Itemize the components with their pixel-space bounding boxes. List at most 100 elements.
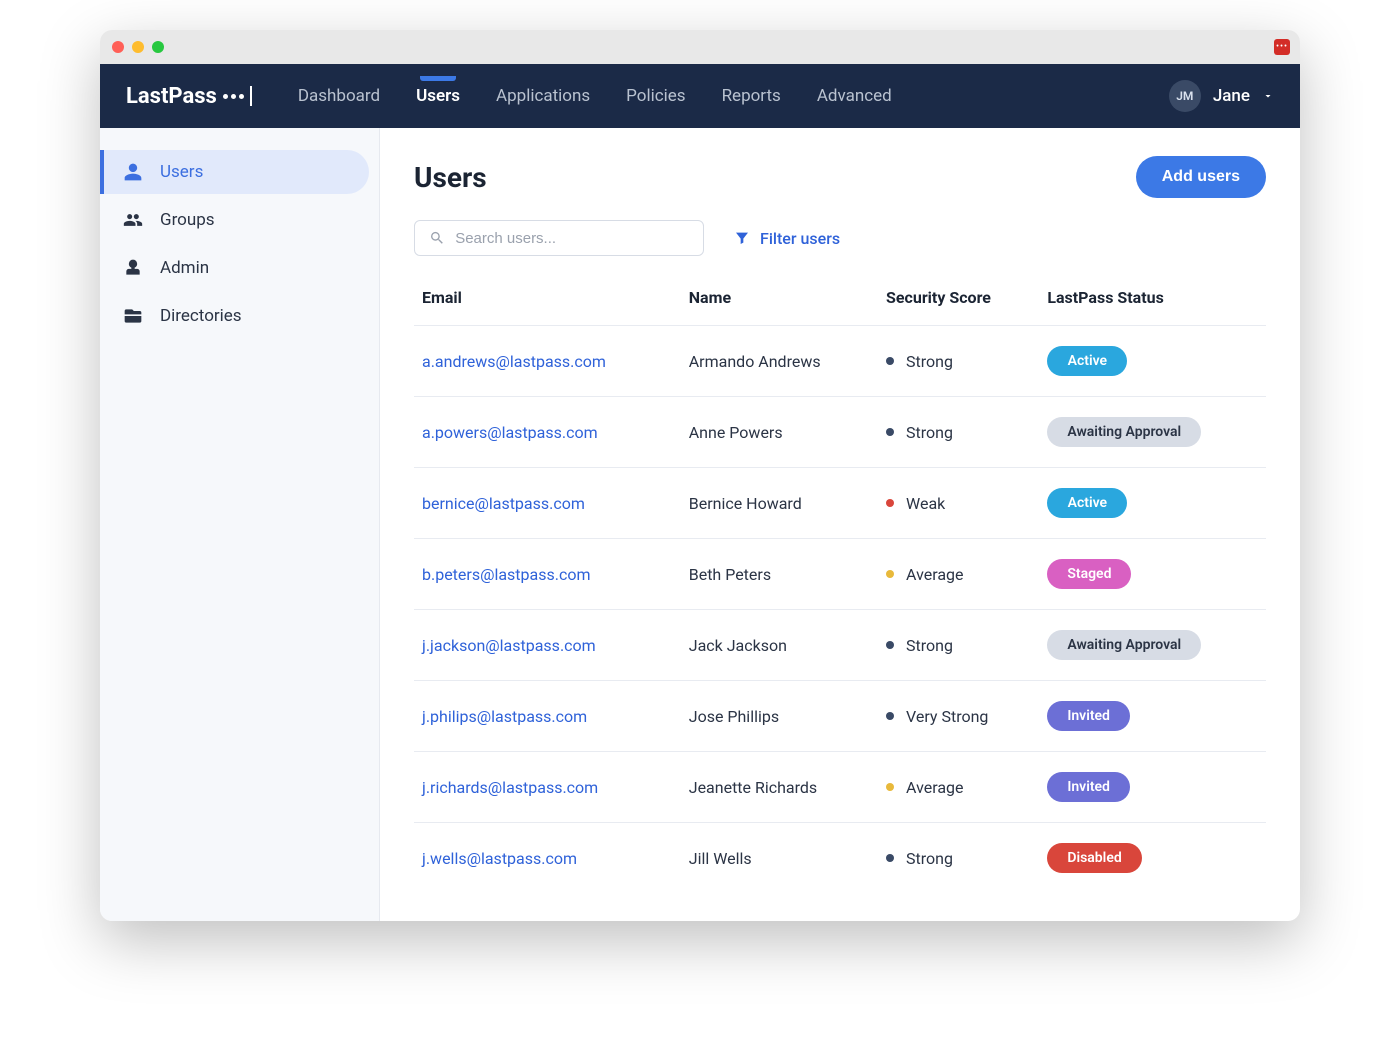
admin-icon <box>122 258 144 278</box>
cell-name: Armando Andrews <box>681 326 878 397</box>
status-badge: Active <box>1047 346 1127 376</box>
cell-name: Beth Peters <box>681 539 878 610</box>
cell-status: Active <box>1039 468 1266 539</box>
filter-users-link[interactable]: Filter users <box>734 229 840 248</box>
email-link[interactable]: j.wells@lastpass.com <box>422 849 577 868</box>
email-link[interactable]: j.philips@lastpass.com <box>422 707 587 726</box>
score-label: Weak <box>906 494 945 513</box>
score-label: Strong <box>906 849 953 868</box>
cell-status: Awaiting Approval <box>1039 610 1266 681</box>
user-menu[interactable]: JM Jane <box>1169 80 1274 112</box>
nav-item-dashboard[interactable]: Dashboard <box>298 86 380 106</box>
brand-logo[interactable]: LastPass <box>126 84 252 109</box>
score-dot-icon <box>886 712 894 720</box>
email-link[interactable]: j.richards@lastpass.com <box>422 778 598 797</box>
cell-email: b.peters@lastpass.com <box>414 539 681 610</box>
search-input[interactable] <box>455 230 689 247</box>
table-row[interactable]: b.peters@lastpass.com Beth Peters Average S… <box>414 539 1266 610</box>
page-title: Users <box>414 161 487 194</box>
search-box[interactable] <box>414 220 704 256</box>
cell-name: Bernice Howard <box>681 468 878 539</box>
extension-badge-icon: ••• <box>1274 39 1290 55</box>
column-header[interactable]: Security Score <box>878 274 1039 326</box>
status-badge: Awaiting Approval <box>1047 417 1201 447</box>
user-name: Jane <box>1213 86 1250 106</box>
cell-name: Anne Powers <box>681 397 878 468</box>
cell-email: a.andrews@lastpass.com <box>414 326 681 397</box>
user-icon <box>122 162 144 182</box>
cell-status: Staged <box>1039 539 1266 610</box>
brand-name: LastPass <box>126 84 217 109</box>
email-link[interactable]: bernice@lastpass.com <box>422 494 585 513</box>
email-link[interactable]: b.peters@lastpass.com <box>422 565 590 584</box>
email-link[interactable]: j.jackson@lastpass.com <box>422 636 596 655</box>
nav-item-applications[interactable]: Applications <box>496 86 590 106</box>
window-controls <box>112 41 164 53</box>
close-window-button[interactable] <box>112 41 124 53</box>
score-dot-icon <box>886 783 894 791</box>
cell-name: Jeanette Richards <box>681 752 878 823</box>
sidebar-item-users[interactable]: Users <box>100 150 369 194</box>
nav-item-users[interactable]: Users <box>416 86 460 106</box>
filter-icon <box>734 230 750 246</box>
email-link[interactable]: a.andrews@lastpass.com <box>422 352 606 371</box>
column-header[interactable]: Email <box>414 274 681 326</box>
table-row[interactable]: j.philips@lastpass.com Jose Phillips Very … <box>414 681 1266 752</box>
cell-security-score: Average <box>878 752 1039 823</box>
cell-security-score: Weak <box>878 468 1039 539</box>
score-label: Very Strong <box>906 707 988 726</box>
table-row[interactable]: j.jackson@lastpass.comJack JacksonStrong… <box>414 610 1266 681</box>
cell-security-score: Strong <box>878 397 1039 468</box>
score-label: Average <box>906 565 963 584</box>
nav-item-reports[interactable]: Reports <box>722 86 781 106</box>
top-nav: LastPass Dashboard Users Applications Polic… <box>100 64 1300 128</box>
nav-item-policies[interactable]: Policies <box>626 86 685 106</box>
score-label: Strong <box>906 423 953 442</box>
table-row[interactable]: a.andrews@lastpass.com Armando Andrews Str… <box>414 326 1266 397</box>
directory-icon <box>122 306 144 326</box>
cell-email: j.jackson@lastpass.com <box>414 610 681 681</box>
cell-email: j.richards@lastpass.com <box>414 752 681 823</box>
sidebar-item-label: Directories <box>160 306 242 326</box>
status-badge: Invited <box>1047 701 1130 731</box>
cell-status: Active <box>1039 326 1266 397</box>
status-badge: Invited <box>1047 772 1130 802</box>
minimize-window-button[interactable] <box>132 41 144 53</box>
cell-status: Awaiting Approval <box>1039 397 1266 468</box>
sidebar-item-admin[interactable]: Admin <box>100 246 369 290</box>
score-label: Strong <box>906 636 953 655</box>
score-dot-icon <box>886 499 894 507</box>
sidebar: UsersGroupsAdmin Directories <box>100 128 380 921</box>
score-dot-icon <box>886 641 894 649</box>
cell-security-score: Very Strong <box>878 681 1039 752</box>
cell-security-score: Strong <box>878 326 1039 397</box>
table-row[interactable]: j.richards@lastpass.com Jeanette Richards… <box>414 752 1266 823</box>
cell-security-score: Average <box>878 539 1039 610</box>
table-row[interactable]: a.powers@lastpass.com Anne Powers Strong Aw… <box>414 397 1266 468</box>
score-dot-icon <box>886 357 894 365</box>
sidebar-item-groups[interactable]: Groups <box>100 198 369 242</box>
sidebar-item-directories[interactable]: Directories <box>100 294 369 338</box>
table-row[interactable]: j.wells@lastpass.comJill WellsStrongDisa… <box>414 823 1266 894</box>
score-label: Average <box>906 778 963 797</box>
cell-security-score: Strong <box>878 610 1039 681</box>
status-badge: Awaiting Approval <box>1047 630 1201 660</box>
users-table: EmailNameSecurity ScoreLastPass Status a… <box>414 274 1266 893</box>
maximize-window-button[interactable] <box>152 41 164 53</box>
column-header[interactable]: Name <box>681 274 878 326</box>
email-link[interactable]: a.powers@lastpass.com <box>422 423 598 442</box>
group-icon <box>122 210 144 230</box>
cell-status: Invited <box>1039 681 1266 752</box>
nav-item-advanced[interactable]: Advanced <box>817 86 892 106</box>
filter-label: Filter users <box>760 229 840 248</box>
chevron-down-icon <box>1262 90 1274 102</box>
cell-email: j.philips@lastpass.com <box>414 681 681 752</box>
cell-status: Invited <box>1039 752 1266 823</box>
cell-name: Jose Phillips <box>681 681 878 752</box>
main-content: Users Add users Filter users EmailNameSe… <box>380 128 1300 921</box>
table-row[interactable]: bernice@lastpass.com Bernice Howard Weak Ac… <box>414 468 1266 539</box>
avatar: JM <box>1169 80 1201 112</box>
score-label: Strong <box>906 352 953 371</box>
add-users-button[interactable]: Add users <box>1136 156 1266 198</box>
column-header[interactable]: LastPass Status <box>1039 274 1266 326</box>
